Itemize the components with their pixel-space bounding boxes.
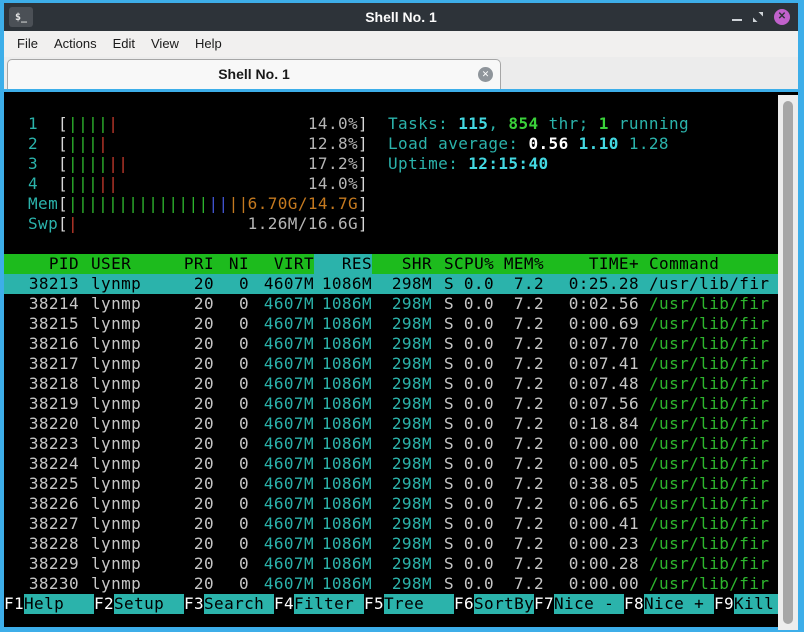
process-row[interactable]: 38220 lynmp 20 0 4607M 1086M 298M S 0.0 7.2 0:18.8… — [4, 414, 778, 434]
swap-meter: Swp[| 1.26M/16.6G] — [28, 214, 369, 233]
process-row[interactable]: 38214 lynmp 20 0 4607M 1086M 298M S 0.0 7.2 0:02.5… — [4, 294, 778, 314]
cpu-meter-2: 2[|||| 12.8%] — [28, 134, 369, 153]
tab-label: Shell No. 1 — [218, 66, 290, 82]
column-header-user[interactable]: USER — [91, 254, 181, 274]
window-controls: ✕ — [732, 3, 790, 31]
fkey-f8[interactable]: F8 Nice + — [624, 594, 714, 614]
menu-item-edit[interactable]: Edit — [105, 31, 143, 57]
fkey-f4[interactable]: F4 Filter — [274, 594, 364, 614]
tab-close-icon[interactable]: ✕ — [478, 67, 493, 82]
tab-bar: Shell No. 1 ✕ — [4, 57, 798, 89]
process-row[interactable]: 38213 lynmp 20 0 4607M 1086M 298M S 0.0 7.2 0:25.2… — [4, 274, 778, 294]
process-row[interactable]: 38217 lynmp 20 0 4607M 1086M 298M S 0.0 7.2 0:07.4… — [4, 354, 778, 374]
terminal-app-icon: $_ — [9, 7, 33, 27]
meters: 1[||||| 14.0%] 2[|||| 12.8%] 3[|||||| 17.2%] 4… — [4, 114, 368, 234]
process-table: PID USER PRI NI VIRT RES SHR S CPU% MEM% TIME+ Comm… — [4, 254, 778, 594]
maximize-icon[interactable] — [752, 11, 764, 23]
scrollbar-track[interactable] — [778, 95, 798, 630]
process-row[interactable]: 38230 lynmp 20 0 4607M 1086M 298M S 0.0 7.2 0:00.0… — [4, 574, 778, 594]
process-row[interactable]: 38228 lynmp 20 0 4607M 1086M 298M S 0.0 7.2 0:00.2… — [4, 534, 778, 554]
fkey-f7[interactable]: F7 Nice - — [534, 594, 624, 614]
titlebar: $_ Shell No. 1 ✕ — [4, 3, 798, 31]
scrollbar-thumb[interactable] — [783, 101, 793, 624]
tasks-summary: Tasks: 115, 854 thr; 1 running — [388, 114, 690, 133]
process-row[interactable]: 38215 lynmp 20 0 4607M 1086M 298M S 0.0 7.2 0:00.6… — [4, 314, 778, 334]
menu-item-actions[interactable]: Actions — [46, 31, 105, 57]
fkey-f2[interactable]: F2 Setup — [94, 594, 184, 614]
menu-bar: File Actions Edit View Help — [4, 31, 798, 57]
column-header-mem[interactable]: MEM% — [494, 254, 544, 274]
cpu-meter-4: 4[||||| 14.0%] — [28, 174, 369, 193]
process-row[interactable]: 38224 lynmp 20 0 4607M 1086M 298M S 0.0 7.2 0:00.0… — [4, 454, 778, 474]
tab-shell[interactable]: Shell No. 1 ✕ — [7, 59, 501, 89]
menu-item-file[interactable]: File — [9, 31, 46, 57]
column-header-time[interactable]: TIME+ — [544, 254, 639, 274]
column-header-ni[interactable]: NI — [214, 254, 249, 274]
column-header-s[interactable]: S — [432, 254, 454, 274]
minimize-icon[interactable] — [732, 19, 742, 21]
column-header-cmd[interactable]: Command — [649, 254, 778, 274]
column-header-res[interactable]: RES — [314, 254, 372, 274]
column-header-pri[interactable]: PRI — [181, 254, 214, 274]
fkey-f5[interactable]: F5 Tree — [364, 594, 454, 614]
htop-screen: 1[||||| 14.0%] 2[|||| 12.8%] 3[|||||| 17.2%] 4… — [4, 95, 778, 630]
close-icon[interactable]: ✕ — [774, 9, 790, 25]
fkey-f9[interactable]: F9 Kill — [714, 594, 778, 614]
process-row[interactable]: 38226 lynmp 20 0 4607M 1086M 298M S 0.0 7.2 0:06.6… — [4, 494, 778, 514]
process-row[interactable]: 38218 lynmp 20 0 4607M 1086M 298M S 0.0 7.2 0:07.4… — [4, 374, 778, 394]
process-row[interactable]: 38216 lynmp 20 0 4607M 1086M 298M S 0.0 7.2 0:07.7… — [4, 334, 778, 354]
cpu-meter-3: 3[|||||| 17.2%] — [28, 154, 369, 173]
window-title: Shell No. 1 — [365, 9, 437, 25]
column-header-virt[interactable]: VIRT — [249, 254, 314, 274]
menu-item-view[interactable]: View — [143, 31, 187, 57]
cpu-meter-1: 1[||||| 14.0%] — [28, 114, 369, 133]
table-header: PID USER PRI NI VIRT RES SHR S CPU% MEM% TIME+ Comm… — [4, 254, 778, 274]
process-row[interactable]: 38227 lynmp 20 0 4607M 1086M 298M S 0.0 7.2 0:00.4… — [4, 514, 778, 534]
uptime: Uptime: 12:15:40 — [388, 154, 549, 173]
fkey-f1[interactable]: F1 Help — [4, 594, 94, 614]
fkey-f6[interactable]: F6 SortBy — [454, 594, 534, 614]
column-header-cpu[interactable]: CPU% — [454, 254, 494, 274]
function-key-bar: F1 Help F2 Setup F3 Search F4 Filter F5 Tree F6 Sor… — [4, 594, 778, 614]
terminal[interactable]: 1[||||| 14.0%] 2[|||| 12.8%] 3[|||||| 17.2%] 4… — [4, 89, 798, 630]
memory-meter: Mem[|||||||||||||||||| 6.70G/14.7G] — [28, 194, 369, 213]
load-average: Load average: 0.56 1.10 1.28 — [388, 134, 669, 153]
menu-item-help[interactable]: Help — [187, 31, 230, 57]
column-header-shr[interactable]: SHR — [372, 254, 432, 274]
process-row[interactable]: 38225 lynmp 20 0 4607M 1086M 298M S 0.0 7.2 0:38.0… — [4, 474, 778, 494]
process-row[interactable]: 38219 lynmp 20 0 4607M 1086M 298M S 0.0 7.2 0:07.5… — [4, 394, 778, 414]
column-header-pid[interactable]: PID — [4, 254, 79, 274]
process-row[interactable]: 38229 lynmp 20 0 4607M 1086M 298M S 0.0 7.2 0:00.2… — [4, 554, 778, 574]
fkey-f3[interactable]: F3 Search — [184, 594, 274, 614]
info-column: Tasks: 115, 854 thr; 1 running Load avera… — [388, 114, 689, 174]
process-row[interactable]: 38223 lynmp 20 0 4607M 1086M 298M S 0.0 7.2 0:00.0… — [4, 434, 778, 454]
